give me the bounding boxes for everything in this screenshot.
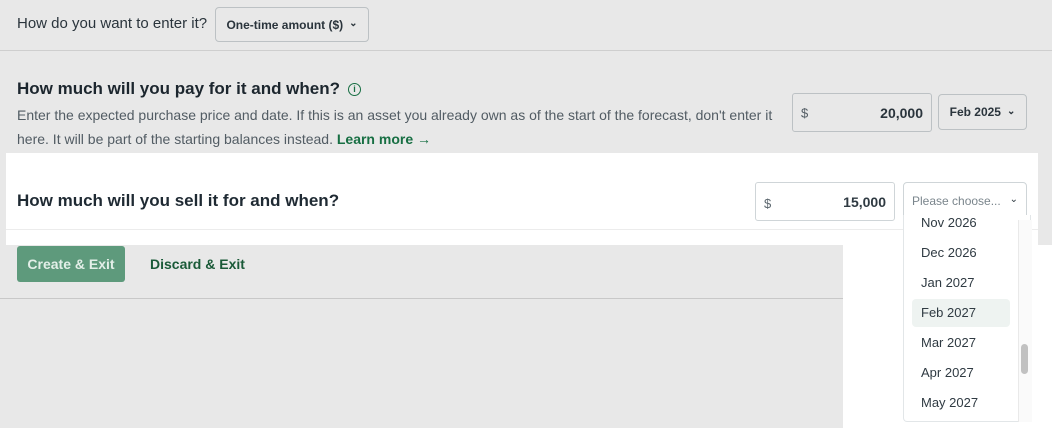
discard-exit-button[interactable]: Discard & Exit bbox=[150, 256, 245, 272]
sale-question: How much will you sell it for and when? bbox=[17, 191, 340, 210]
create-exit-button[interactable]: Create & Exit bbox=[17, 246, 125, 282]
currency-symbol: $ bbox=[764, 195, 772, 211]
dropdown-option[interactable]: Jan 2027 bbox=[912, 269, 1010, 297]
sale-amount-value: 15,000 bbox=[843, 193, 886, 210]
dropdown-scrollbar-track[interactable] bbox=[1018, 220, 1032, 422]
dropdown-option[interactable]: May 2027 bbox=[912, 389, 1010, 417]
dropdown-option-highlighted[interactable]: Feb 2027 bbox=[912, 299, 1010, 327]
sale-row: How much will you sell it for and when? … bbox=[6, 153, 1038, 245]
dropdown-option[interactable]: Nov 2026 bbox=[912, 215, 1010, 237]
date-dropdown-list[interactable]: Nov 2026 Dec 2026 Jan 2027 Feb 2027 Mar … bbox=[903, 215, 1031, 422]
sale-amount-input[interactable]: $ 15,000 bbox=[755, 182, 895, 221]
sale-date-select[interactable]: Please choose... ⌄ bbox=[903, 182, 1027, 219]
dropdown-option[interactable]: Apr 2027 bbox=[912, 359, 1010, 387]
dropdown-option[interactable]: Mar 2027 bbox=[912, 329, 1010, 357]
divider bbox=[6, 229, 1038, 230]
chevron-down-icon: ⌄ bbox=[1009, 194, 1018, 205]
dropdown-scrollbar-thumb[interactable] bbox=[1021, 344, 1028, 374]
sale-date-placeholder: Please choose... bbox=[912, 193, 1001, 208]
dropdown-option[interactable]: Dec 2026 bbox=[912, 239, 1010, 267]
